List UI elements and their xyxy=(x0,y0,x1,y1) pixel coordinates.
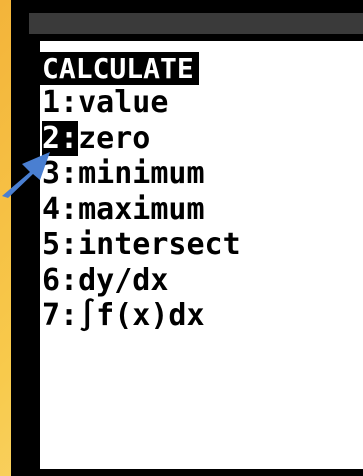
menu-item-zero[interactable]: 2:zero xyxy=(40,120,241,157)
menu-item-label: minimum xyxy=(78,156,205,191)
calculator-screen: CALCULATE 1:value 2:zero 3:minimum 4:max… xyxy=(40,41,363,469)
menu-item-integral[interactable]: 7:∫f(x)dx xyxy=(40,298,241,334)
menu-item-key: 7: xyxy=(42,298,79,333)
menu-item-minimum[interactable]: 3:minimum xyxy=(40,156,241,192)
arrow-pointer-shape xyxy=(2,152,50,198)
menu-title: CALCULATE xyxy=(40,52,199,85)
calculate-menu: CALCULATE 1:value 2:zero 3:minimum 4:max… xyxy=(40,52,241,334)
status-bar xyxy=(29,13,363,34)
menu-item-key: 6: xyxy=(42,262,79,298)
menu-item-key: 5: xyxy=(42,227,79,262)
menu-title-row: CALCULATE xyxy=(40,52,241,85)
menu-item-maximum[interactable]: 4:maximum xyxy=(40,192,241,228)
menu-item-label: maximum xyxy=(78,191,205,227)
menu-item-label: intersect xyxy=(78,227,241,262)
menu-item-dydx[interactable]: 6:dy/dx xyxy=(40,263,241,299)
menu-item-label: zero xyxy=(78,120,151,156)
menu-item-intersect[interactable]: 5:intersect xyxy=(40,227,241,263)
menu-item-label: ∫f(x)dx xyxy=(78,298,205,333)
menu-item-label: dy/dx xyxy=(78,262,169,298)
menu-item-value[interactable]: 1:value xyxy=(40,85,241,121)
menu-item-key: 1: xyxy=(42,85,79,120)
menu-item-label: value xyxy=(78,85,169,120)
arrow-pointer-icon xyxy=(2,152,50,198)
